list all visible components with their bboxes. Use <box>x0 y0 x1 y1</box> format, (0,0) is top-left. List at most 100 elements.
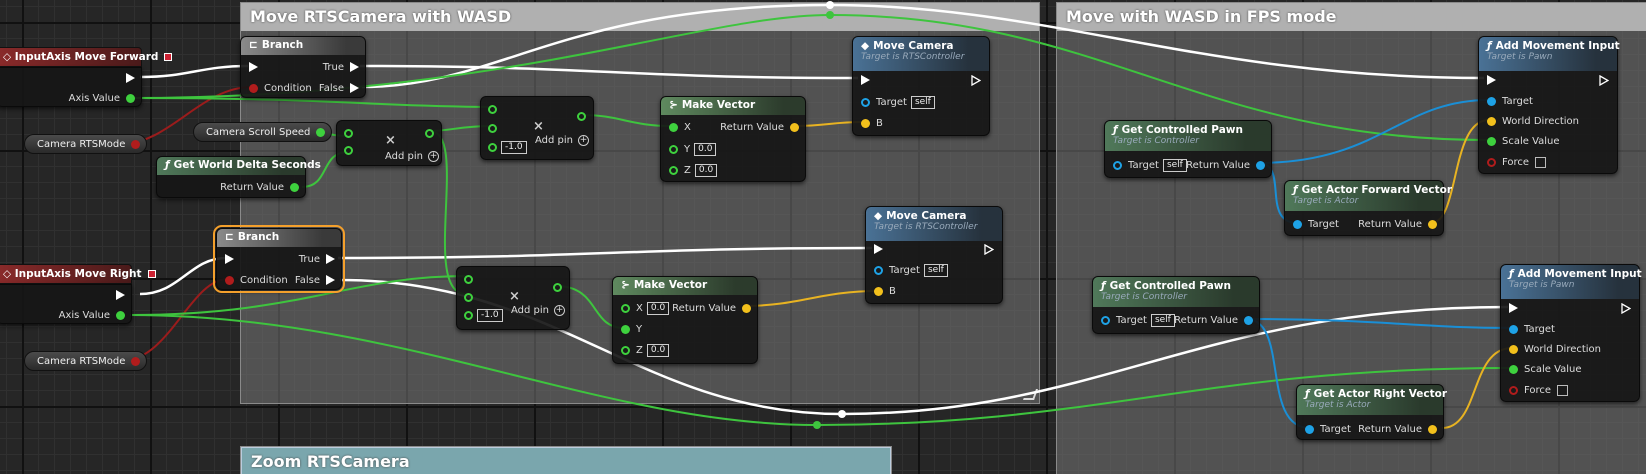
target-pin[interactable]: Target <box>1305 422 1351 436</box>
get-actor-right-vector-node[interactable]: ƒ Get Actor Right Vector Target is Actor T… <box>1296 384 1447 440</box>
camera-scroll-speed-getter[interactable]: Camera Scroll Speed <box>193 122 333 142</box>
exec-out-pin[interactable] <box>126 71 135 85</box>
b-pin[interactable] <box>344 143 353 157</box>
c-pin[interactable]: -1.0 <box>488 140 527 154</box>
b-pin[interactable]: B <box>874 284 896 298</box>
result-pin[interactable] <box>425 126 434 140</box>
comment-zoom-rtscamera[interactable]: Zoom RTSCamera <box>240 446 892 474</box>
delegate-pin-icon[interactable] <box>147 270 156 278</box>
branch-node[interactable]: ⊏ Branch True Condition False <box>240 36 366 98</box>
blueprint-graph-canvas[interactable]: Move RTSCamera with WASD Move with WASD … <box>0 0 1646 474</box>
const-input[interactable]: -1.0 <box>501 140 527 154</box>
exec-in-pin[interactable] <box>1487 73 1496 87</box>
a-pin[interactable] <box>344 126 353 140</box>
scale-value-pin[interactable]: Scale Value <box>1509 362 1582 376</box>
force-pin[interactable]: Force <box>1509 383 1569 397</box>
a-pin[interactable] <box>488 102 497 116</box>
y-value-input[interactable]: 0.0 <box>694 142 717 156</box>
return-value-pin[interactable]: Return Value <box>220 180 299 194</box>
exec-in-pin[interactable] <box>225 252 234 266</box>
exec-in-pin[interactable] <box>1509 301 1518 315</box>
multiply-node[interactable]: -1.0 × Add pin + <box>480 96 594 160</box>
true-pin[interactable]: True <box>323 60 359 74</box>
axis-value-pin[interactable]: Axis Value <box>59 308 125 322</box>
multiply-node[interactable]: × Add pin + <box>336 120 442 166</box>
move-camera-node[interactable]: ◆ Move Camera Target is RTSController Targ… <box>852 36 990 136</box>
reroute-knot-float[interactable] <box>813 421 821 429</box>
add-movement-input-node[interactable]: ƒ Add Movement Input Target is Pawn Target… <box>1500 264 1642 402</box>
c-pin[interactable]: -1.0 <box>464 308 503 322</box>
scale-value-pin[interactable]: Scale Value <box>1487 134 1560 148</box>
event-move-right-body[interactable]: Axis Value <box>0 284 132 324</box>
get-actor-forward-vector-node[interactable]: ƒ Get Actor Forward Vector Target is Actor… <box>1284 180 1452 236</box>
world-direction-pin[interactable]: World Direction <box>1487 114 1579 128</box>
true-pin[interactable]: True <box>299 252 335 266</box>
false-pin[interactable]: False <box>295 273 335 287</box>
target-pin[interactable]: Target self <box>1101 313 1175 327</box>
x-pin[interactable]: X 0.0 <box>621 301 670 315</box>
move-camera-node[interactable]: ◆ Move Camera Target is RTSController Targ… <box>865 206 1003 304</box>
return-value-pin[interactable]: Return Value <box>720 120 799 134</box>
delegate-pin-icon[interactable] <box>164 53 173 61</box>
target-pin[interactable]: Target <box>1509 322 1555 336</box>
force-checkbox[interactable] <box>1535 156 1547 168</box>
return-value-pin[interactable]: Return Value <box>1174 313 1253 327</box>
target-pin[interactable]: Target self <box>1113 158 1187 172</box>
exec-out-pin[interactable] <box>971 73 981 87</box>
x-value-input[interactable]: 0.0 <box>646 301 670 315</box>
event-move-right[interactable]: ◇ InputAxis Move Right <box>0 264 156 284</box>
multiply-node[interactable]: -1.0 × Add pin + <box>456 266 570 330</box>
x-pin[interactable]: X <box>669 120 691 134</box>
force-checkbox[interactable] <box>1557 384 1569 396</box>
force-pin[interactable]: Force <box>1487 155 1547 169</box>
z-value-input[interactable]: 0.0 <box>694 163 718 177</box>
event-move-forward-body[interactable]: Axis Value <box>0 67 142 107</box>
exec-in-pin[interactable] <box>861 73 870 87</box>
add-pin-button[interactable]: Add pin + <box>385 151 440 162</box>
reroute-knot-exec[interactable] <box>826 1 834 9</box>
add-pin-button[interactable]: Add pin + <box>535 135 590 146</box>
add-pin-button[interactable]: Add pin + <box>511 305 566 316</box>
exec-out-pin[interactable] <box>984 242 994 256</box>
result-pin[interactable] <box>553 280 562 294</box>
camera-rts-mode-getter[interactable]: Camera RTSMode <box>24 351 148 371</box>
z-pin[interactable]: Z 0.0 <box>621 343 670 357</box>
return-value-pin[interactable]: Return Value <box>1186 158 1265 172</box>
exec-out-pin[interactable] <box>1621 301 1631 315</box>
exec-out-pin[interactable] <box>1599 73 1609 87</box>
return-value-pin[interactable]: Return Value <box>672 301 751 315</box>
condition-pin[interactable]: Condition <box>249 81 312 95</box>
add-movement-input-node[interactable]: ƒ Add Movement Input Target is Pawn Target… <box>1478 36 1620 174</box>
event-move-forward[interactable]: ◇ InputAxis Move Forward <box>0 47 173 67</box>
target-pin[interactable]: Target self <box>861 95 935 109</box>
b-pin[interactable] <box>488 121 497 135</box>
exec-in-pin[interactable] <box>249 60 258 74</box>
camera-rts-mode-getter[interactable]: Camera RTSMode <box>24 134 148 154</box>
axis-value-pin[interactable]: Axis Value <box>69 91 135 105</box>
get-controlled-pawn-node[interactable]: ƒ Get Controlled Pawn Target is Controller… <box>1092 276 1260 334</box>
resize-handle-icon[interactable] <box>1022 389 1039 400</box>
get-world-delta-seconds-node[interactable]: ƒ Get World Delta Seconds Return Value <box>156 156 321 198</box>
b-pin[interactable] <box>464 290 473 304</box>
condition-pin[interactable]: Condition <box>225 273 288 287</box>
reroute-knot-float[interactable] <box>826 11 834 19</box>
a-pin[interactable] <box>464 272 473 286</box>
target-pin[interactable]: Target <box>1487 94 1533 108</box>
branch-node-selected[interactable]: ⊏ Branch True Condition False <box>213 225 345 293</box>
get-controlled-pawn-node[interactable]: ƒ Get Controlled Pawn Target is Controller… <box>1104 120 1272 178</box>
target-pin[interactable]: Target self <box>874 263 948 277</box>
const-input[interactable]: -1.0 <box>477 308 503 322</box>
make-vector-node[interactable]: ⊱ Make Vector X Y 0.0 Z 0.0 Return Value <box>660 96 806 182</box>
y-pin[interactable]: Y <box>621 322 642 336</box>
target-pin[interactable]: Target <box>1293 217 1339 231</box>
make-vector-node[interactable]: ⊱ Make Vector X 0.0 Y Z 0.0 Return Value <box>612 276 758 364</box>
b-pin[interactable]: B <box>861 116 883 130</box>
z-value-input[interactable]: 0.0 <box>646 343 670 357</box>
return-value-pin[interactable]: Return Value <box>1358 422 1437 436</box>
false-pin[interactable]: False <box>319 81 359 95</box>
y-pin[interactable]: Y 0.0 <box>669 142 717 156</box>
z-pin[interactable]: Z 0.0 <box>669 163 718 177</box>
return-value-pin[interactable]: Return Value <box>1358 217 1437 231</box>
exec-in-pin[interactable] <box>874 242 883 256</box>
exec-out-pin[interactable] <box>116 288 125 302</box>
